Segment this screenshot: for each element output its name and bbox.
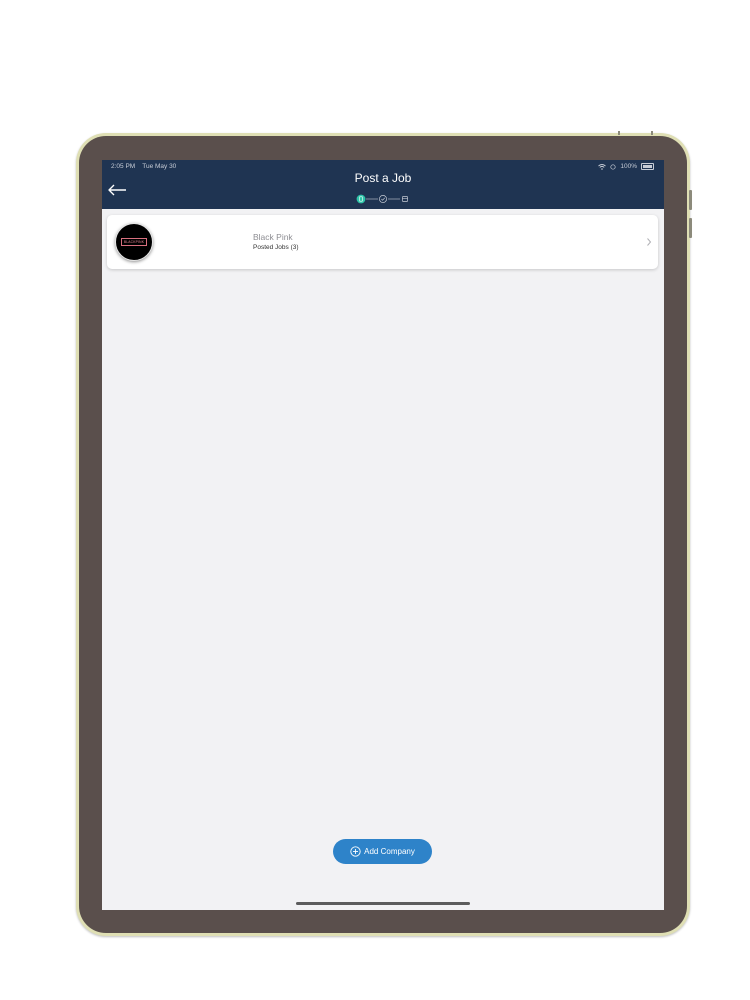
wifi-icon bbox=[598, 163, 607, 170]
status-date: Tue May 30 bbox=[142, 163, 177, 170]
plus-circle-icon bbox=[350, 846, 361, 857]
app-screen: 2:05 PM Tue May 30 100% Post a Job BLACK… bbox=[102, 160, 664, 910]
battery-icon bbox=[641, 163, 654, 170]
top-button bbox=[618, 131, 620, 135]
top-button-secondary bbox=[651, 131, 653, 135]
company-name: Black Pink bbox=[253, 232, 293, 242]
add-company-button[interactable]: Add Company bbox=[333, 839, 432, 864]
page-title: Post a Job bbox=[354, 171, 412, 185]
status-time: 2:05 PM bbox=[111, 163, 136, 170]
document-icon bbox=[402, 196, 408, 202]
company-card[interactable]: BLACKPINK Black Pink Posted Jobs (3) bbox=[107, 215, 658, 269]
chevron-right-icon bbox=[647, 238, 652, 246]
check-icon bbox=[379, 195, 387, 203]
battery-percent: 100% bbox=[620, 163, 637, 170]
company-logo: BLACKPINK bbox=[115, 223, 153, 261]
volume-down-button bbox=[689, 218, 692, 238]
home-indicator[interactable] bbox=[296, 902, 470, 905]
volume-up-button bbox=[689, 190, 692, 210]
info-icon bbox=[356, 194, 366, 204]
navigation-bar: 2:05 PM Tue May 30 100% Post a Job bbox=[102, 160, 664, 209]
posted-jobs-count: Posted Jobs (3) bbox=[253, 244, 299, 251]
progress-stepper bbox=[356, 194, 408, 204]
orientation-lock-icon bbox=[610, 163, 616, 170]
add-company-label: Add Company bbox=[364, 847, 415, 856]
company-logo-text: BLACKPINK bbox=[121, 238, 147, 246]
